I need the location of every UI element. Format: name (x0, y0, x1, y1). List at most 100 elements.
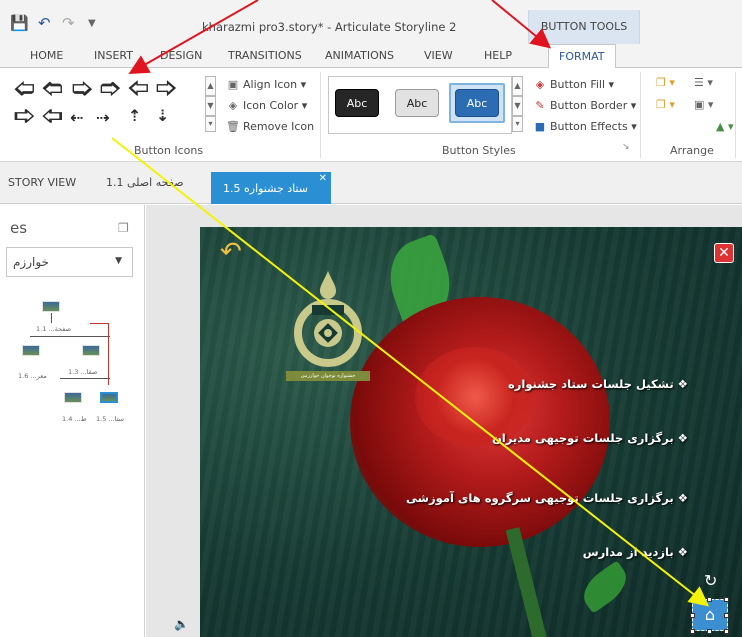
button-fill-label: Button Fill (550, 78, 606, 91)
arrow-up-right-icon[interactable]: 🢥 (156, 78, 177, 98)
group-divider (735, 72, 736, 158)
tab-help[interactable]: HELP (484, 49, 512, 62)
title-bar: 💾 ↶ ↷ ▼ kharazmi pro3.story* - Articulat… (0, 0, 742, 44)
group-divider (640, 72, 641, 158)
arrow-left-dotted-icon[interactable]: ⇠ (70, 108, 83, 128)
arrow-up-left-icon[interactable]: 🢤 (128, 78, 149, 98)
resize-handle[interactable] (724, 597, 729, 602)
styles-scroll-down-icon[interactable]: ▼ (512, 96, 523, 116)
arrow-right-icon[interactable]: 🢢 (42, 78, 63, 98)
resize-handle[interactable] (707, 597, 712, 602)
icon-color-button[interactable]: ◈ Icon Color ▾ (226, 99, 307, 112)
bullet-text[interactable]: ❖ تشکیل جلسات ستاد جشنواره (508, 377, 688, 391)
tab-format[interactable]: FORMAT (548, 44, 616, 69)
slide-stage: جشنواره نوجوان خوارزمی ❖ تشکیل جلسات ستا… (146, 205, 742, 637)
remove-icon-button[interactable]: 🗑 Remove Icon (226, 120, 314, 133)
story-view-tab[interactable]: STORY VIEW (8, 176, 76, 189)
slide-tab-active[interactable]: ستاد جشنواره 1.5 ✕ (211, 172, 331, 204)
tab-design[interactable]: DESIGN (160, 49, 202, 62)
speaker-icon[interactable]: 🔈 (174, 617, 189, 631)
scene-dropdown[interactable]: خوارزم ▼ (6, 247, 133, 277)
scenes-panel: es ❐ خوارزم ▼ 1.1 ...صفحة 1.6 ...معر 1.3… (0, 205, 145, 637)
arrow-down-dotted-icon[interactable]: ⇣ (156, 106, 169, 126)
button-fill-button[interactable]: ◈ Button Fill ▾ (533, 78, 614, 91)
node-caption: 1.6 ...معر (18, 372, 47, 380)
gallery-more-icon[interactable]: ▾ (205, 116, 216, 132)
send-backward-icon[interactable]: ❐ ▾ (656, 98, 675, 111)
arrow-left-icon[interactable]: 🢠 (14, 78, 35, 98)
arrow-up-icon[interactable]: 🢡 (72, 78, 93, 98)
undo-icon[interactable]: ↶ (38, 14, 51, 32)
story-node[interactable] (22, 345, 40, 356)
story-node-selected[interactable] (100, 392, 118, 403)
home-icon: ⌂ (704, 605, 716, 624)
close-tab-icon[interactable]: ✕ (319, 173, 327, 184)
styles-more-icon[interactable]: ▾ (512, 116, 523, 132)
arrow-down-right-icon[interactable]: 🢦 (42, 106, 63, 126)
button-styles-gallery: Abc Abc Abc (328, 76, 512, 134)
red-connector (90, 323, 108, 324)
home-button[interactable]: ⌂ (692, 599, 728, 631)
story-node[interactable] (42, 301, 60, 312)
gallery-scroll-up-icon[interactable]: ▲ (205, 76, 216, 96)
button-styles-group-label: Button Styles (442, 144, 516, 157)
resize-handle[interactable] (724, 629, 729, 634)
align-icon[interactable]: ☰ ▾ (694, 76, 713, 89)
bullet-text[interactable]: ❖ برگزاری جلسات توجیهی مدیران (492, 431, 688, 445)
story-node[interactable] (64, 392, 82, 403)
save-icon[interactable]: 💾 (10, 14, 29, 32)
node-caption: 1.1 ...صفحة (36, 325, 72, 333)
rotate-handle-icon[interactable]: ↻ (704, 571, 717, 590)
button-effects-button[interactable]: ■ Button Effects ▾ (533, 120, 637, 133)
tab-view[interactable]: VIEW (424, 49, 453, 62)
bullet-text[interactable]: ❖ برگزاری جلسات توجیهی سرگروه های آموزشی (406, 491, 688, 505)
slide-canvas[interactable]: جشنواره نوجوان خوارزمی ❖ تشکیل جلسات ستا… (200, 227, 742, 637)
gallery-scroll-down-icon[interactable]: ▼ (205, 96, 216, 116)
align-icon-button[interactable]: ▣ Align Icon ▾ (226, 78, 306, 91)
customize-toolbar-icon[interactable]: ▼ (88, 18, 96, 29)
button-icons-gallery[interactable]: 🢠 🢢 🢡 🢣 🢤 🢥 🢧 🢦 ⇠ ⇢ ⇡ ⇣ (14, 74, 204, 136)
fill-bucket-icon: ◈ (535, 78, 545, 91)
resize-handle[interactable] (724, 613, 729, 618)
festival-logo[interactable]: جشنواره نوجوان خوارزمی (286, 269, 370, 387)
button-border-button[interactable]: ✎ Button Border ▾ (533, 99, 636, 112)
style-dark-button[interactable]: Abc (335, 89, 379, 117)
scenes-panel-title: es (10, 219, 28, 237)
style-light-button[interactable]: Abc (395, 89, 439, 117)
slide-tab-strip: STORY VIEW صفحه اصلی 1.1 ستاد جشنواره 1.… (0, 162, 742, 204)
align-icon-glyph-icon: ▣ (227, 78, 239, 91)
effects-square-icon: ■ (534, 120, 546, 133)
slide-tab-1-1[interactable]: صفحه اصلی 1.1 (106, 176, 184, 189)
arrow-up-dotted-icon[interactable]: ⇡ (128, 106, 141, 126)
back-arrow-icon[interactable]: ↶ (220, 239, 242, 265)
rotate-icon[interactable]: ▲ ▾ (716, 120, 733, 133)
red-connector (108, 323, 109, 385)
close-icon[interactable]: ✕ (714, 243, 734, 263)
button-effects-label: Button Effects (550, 120, 628, 133)
resize-handle[interactable] (707, 629, 712, 634)
dialog-launcher-icon[interactable]: ↘ (622, 142, 630, 152)
styles-scroll-up-icon[interactable]: ▲ (512, 76, 523, 96)
style-blue-button[interactable]: Abc (455, 89, 499, 117)
connector (60, 378, 110, 379)
story-node[interactable] (82, 345, 100, 356)
ribbon-tab-bar: HOME INSERT DESIGN TRANSITIONS ANIMATION… (0, 44, 742, 69)
tab-transitions[interactable]: TRANSITIONS (228, 49, 302, 62)
group-icon[interactable]: ▣ ▾ (694, 98, 713, 111)
tab-animations[interactable]: ANIMATIONS (325, 49, 394, 62)
ribbon: 🢠 🢢 🢡 🢣 🢤 🢥 🢧 🢦 ⇠ ⇢ ⇡ ⇣ ▲ ▼ ▾ ▣ Align Ico… (0, 68, 742, 162)
resize-handle[interactable] (690, 597, 695, 602)
arrow-down-icon[interactable]: 🢣 (100, 78, 121, 98)
arrow-down-left-icon[interactable]: 🢧 (14, 106, 35, 126)
node-caption: 1.4 ...ط (62, 415, 87, 423)
bullet-text[interactable]: ❖ بازدید از مدارس (583, 545, 688, 559)
connector (30, 336, 110, 337)
panel-restore-icon[interactable]: ❐ (118, 221, 129, 235)
tab-home[interactable]: HOME (30, 49, 63, 62)
resize-handle[interactable] (690, 613, 695, 618)
tab-insert[interactable]: INSERT (94, 49, 133, 62)
resize-handle[interactable] (690, 629, 695, 634)
arrow-right-dotted-icon[interactable]: ⇢ (96, 108, 109, 128)
bring-forward-icon[interactable]: ❐ ▾ (656, 76, 675, 89)
redo-icon[interactable]: ↷ (62, 14, 75, 32)
